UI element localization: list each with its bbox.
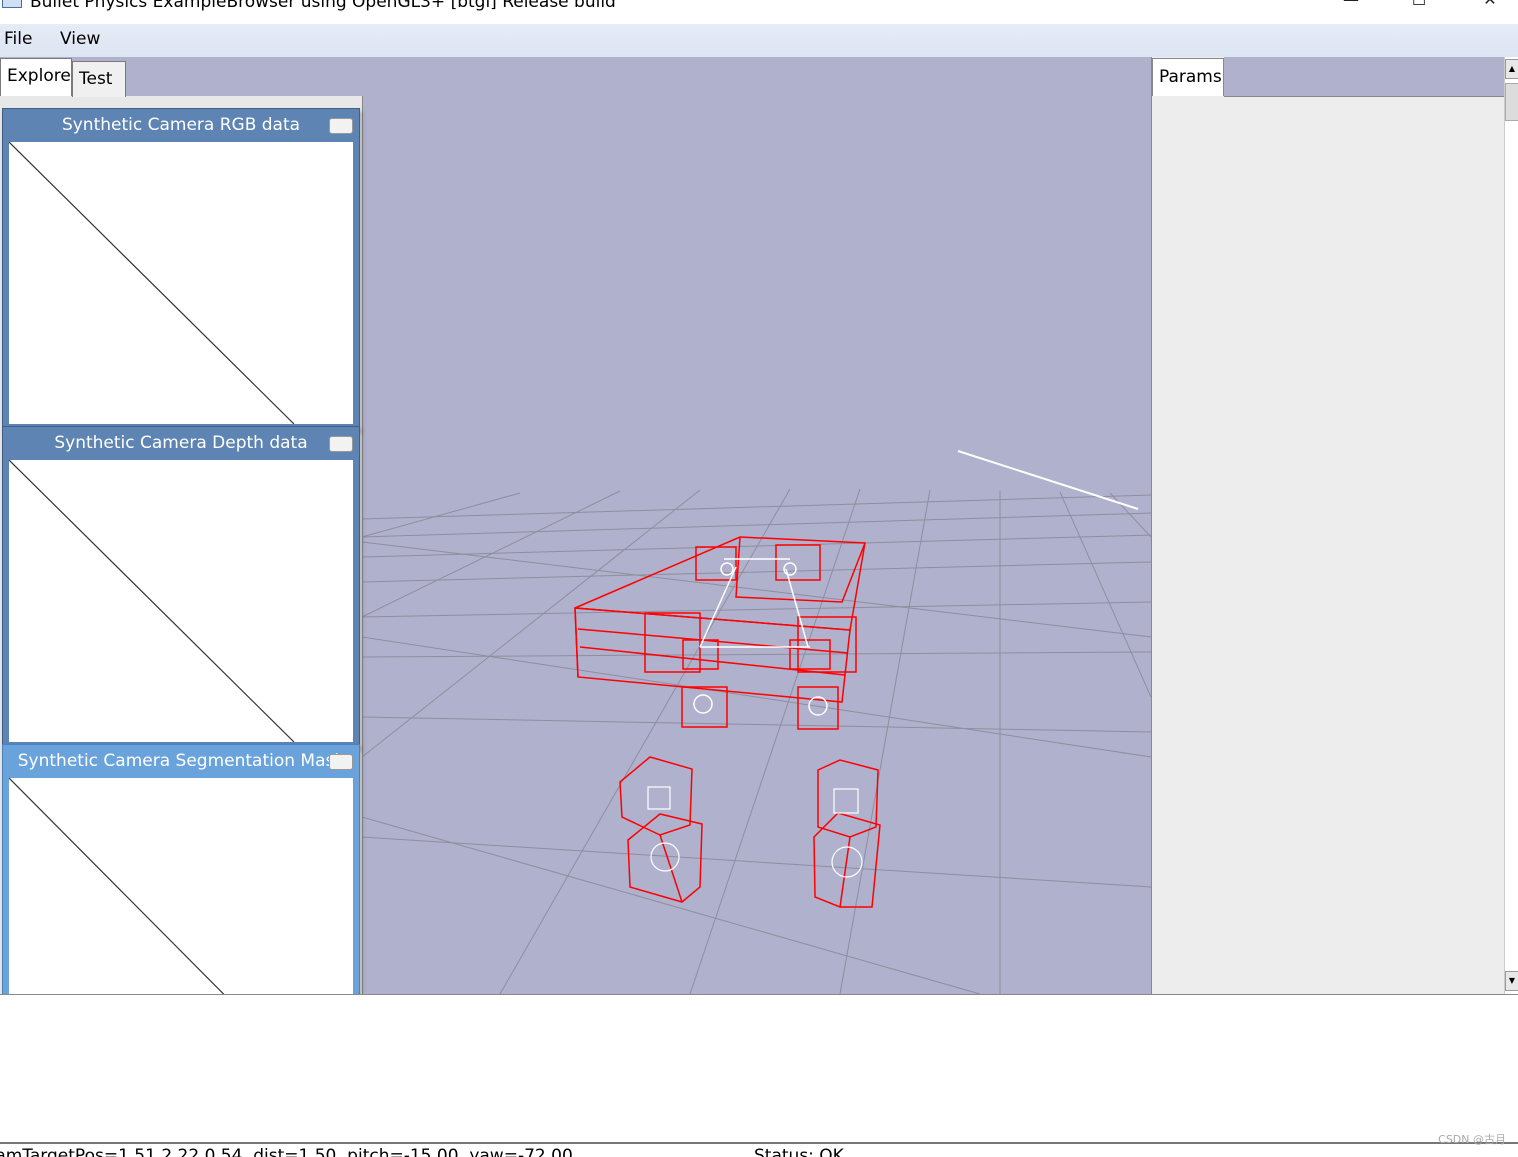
close-button[interactable]: ✕ bbox=[1467, 0, 1513, 14]
camera-depth-title[interactable]: Synthetic Camera Depth data bbox=[3, 427, 359, 460]
maximize-button[interactable]: ☐ bbox=[1396, 0, 1442, 14]
menu-file[interactable]: File bbox=[4, 29, 32, 49]
empty-canvas-diagonal bbox=[9, 142, 295, 424]
tab-params[interactable]: Params bbox=[1152, 58, 1224, 96]
camera-segmentation-title[interactable]: Synthetic Camera Segmentation Mask bbox=[3, 745, 359, 778]
app-icon bbox=[2, 0, 22, 8]
params-panel bbox=[1151, 57, 1505, 994]
robot-body-wireframe bbox=[574, 536, 866, 730]
title-bar: Bullet Physics ExampleBrowser using Open… bbox=[0, 0, 1518, 24]
minimize-button[interactable]: — bbox=[1328, 0, 1374, 14]
camera-depth-canvas bbox=[9, 460, 353, 742]
camera-status-text: camTargetPos=1.51,2.22,0.54, dist=1.50, … bbox=[0, 1146, 573, 1157]
scroll-thumb[interactable] bbox=[1505, 83, 1518, 121]
camera-segmentation-title-text: Synthetic Camera Segmentation Mask bbox=[17, 751, 345, 771]
menu-view[interactable]: View bbox=[60, 29, 100, 49]
camera-depth-window[interactable]: Synthetic Camera Depth data bbox=[2, 426, 360, 748]
camera-rgb-window[interactable]: Synthetic Camera RGB data bbox=[2, 108, 360, 430]
window-title: Bullet Physics ExampleBrowser using Open… bbox=[30, 0, 616, 12]
tab-test[interactable]: Test bbox=[72, 61, 126, 97]
tab-explorer[interactable]: Explorer bbox=[0, 58, 78, 96]
params-tab-divider bbox=[1224, 96, 1504, 97]
camera-rgb-canvas bbox=[9, 142, 353, 424]
camera-rgb-title-text: Synthetic Camera RGB data bbox=[61, 115, 301, 135]
camera-depth-minimize-button[interactable] bbox=[329, 436, 353, 452]
watermark: CSDN @古月 bbox=[1438, 1133, 1506, 1146]
camera-depth-title-text: Synthetic Camera Depth data bbox=[54, 433, 308, 453]
empty-canvas-diagonal bbox=[9, 460, 295, 742]
camera-rgb-minimize-button[interactable] bbox=[329, 118, 353, 134]
params-scrollbar[interactable]: ▲ ▼ bbox=[1504, 57, 1518, 994]
scroll-up-arrow-icon[interactable]: ▲ bbox=[1505, 59, 1518, 79]
camera-rgb-title[interactable]: Synthetic Camera RGB data bbox=[3, 109, 359, 142]
left-tab-bar: Explorer Test bbox=[0, 58, 364, 100]
scroll-down-arrow-icon[interactable]: ▼ bbox=[1505, 971, 1518, 991]
console-area bbox=[0, 994, 1518, 1143]
robot-wheels-wireframe bbox=[619, 756, 881, 908]
robot-joints-wireframe bbox=[693, 558, 828, 716]
menu-bar: File View bbox=[0, 24, 1518, 57]
params-tab-strip bbox=[1224, 57, 1504, 96]
status-state-text: Status: OK bbox=[754, 1146, 844, 1157]
camera-segmentation-minimize-button[interactable] bbox=[329, 754, 353, 770]
ground-grid bbox=[361, 488, 1151, 994]
